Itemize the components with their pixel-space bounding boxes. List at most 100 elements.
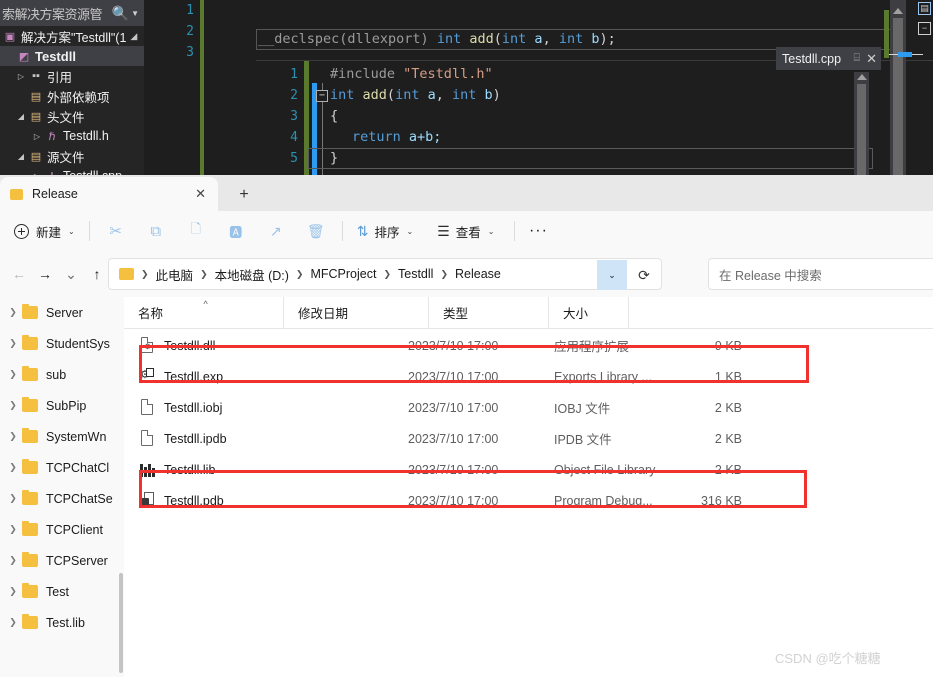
explorer-tab-strip: Release ✕ + xyxy=(0,175,933,211)
chevron-right-icon[interactable]: ❯ xyxy=(4,338,22,349)
breadcrumb-item-2[interactable]: MFCProject xyxy=(310,267,376,281)
tree-item-references[interactable]: ▷ ▪▪ 引用 xyxy=(0,66,144,86)
annotation-box-lib xyxy=(139,470,807,508)
comma: , xyxy=(542,31,551,47)
search-icon[interactable]: 🔍 xyxy=(112,5,131,22)
column-header-date[interactable]: 修改日期 xyxy=(284,297,429,328)
sidebar-item-test[interactable]: ❯ Test xyxy=(0,576,122,607)
collapse-arrow-icon[interactable]: ◢ xyxy=(14,152,28,161)
refresh-icon[interactable]: ⟳ xyxy=(629,260,659,290)
forward-button[interactable]: → xyxy=(32,261,58,287)
sidebar-item-test-lib[interactable]: ❯ Test.lib xyxy=(0,607,122,638)
share-icon[interactable]: ↗ xyxy=(256,216,296,246)
chevron-down-icon[interactable]: ▼ xyxy=(131,9,143,18)
solution-explorer-search-box[interactable]: 索解决方案资源管 🔍 ▼ xyxy=(0,0,144,26)
sort-button[interactable]: ⇅ 排序 ⌄ xyxy=(349,218,421,245)
more-options-button[interactable]: ··· xyxy=(521,216,555,246)
chevron-right-icon[interactable]: ❯ xyxy=(4,462,22,473)
column-header-type[interactable]: 类型 xyxy=(429,297,549,328)
chevron-right-icon[interactable]: ❯ xyxy=(4,586,22,597)
new-button[interactable]: 新建 ⌄ xyxy=(6,218,83,245)
close-icon[interactable]: ✕ xyxy=(866,51,877,67)
tree-item-source-files[interactable]: ◢ ▤ 源文件 xyxy=(0,146,144,166)
expand-arrow-icon[interactable]: ▷ xyxy=(14,72,28,81)
sidebar-item-systemwn[interactable]: ❯ SystemWn xyxy=(0,421,122,452)
chevron-right-icon[interactable]: ❯ xyxy=(4,493,22,504)
sidebar-item-subpip[interactable]: ❯ SubPip xyxy=(0,390,122,421)
chevron-right-icon[interactable]: ❯ xyxy=(4,400,22,411)
folder-icon xyxy=(22,489,38,505)
external-dependencies-icon: ▤ xyxy=(30,90,42,103)
collapse-region-icon[interactable]: − xyxy=(316,90,328,102)
file-date: 2023/7/10 17:00 xyxy=(408,431,499,446)
explorer-tab-release[interactable]: Release ✕ xyxy=(0,177,218,211)
sidebar-item-tcpclient[interactable]: ❯ TCPClient xyxy=(0,514,122,545)
screen-root: 索解决方案资源管 🔍 ▼ ▣ 解决方案"Testdll"(1 ◢ ◩ Testd… xyxy=(0,0,933,677)
close-icon[interactable]: ✕ xyxy=(195,186,206,202)
scroll-up-arrow-icon[interactable] xyxy=(857,74,867,80)
tree-item-testdll-h[interactable]: ▷ ℏ Testdll.h xyxy=(0,126,144,146)
table-row[interactable]: Testdll.iobj 2023/7/10 17:00 IOBJ 文件 2 K… xyxy=(124,392,933,423)
scrollbar-thumb[interactable] xyxy=(857,84,866,175)
chevron-right-icon[interactable]: ❯ xyxy=(4,617,22,628)
column-header-name[interactable]: 名称 ^ xyxy=(124,297,284,328)
collapse-tool-window-icon[interactable]: − xyxy=(918,22,931,35)
rename-icon[interactable]: 🅰 xyxy=(216,216,256,246)
pin-icon[interactable]: ⌸ xyxy=(853,52,860,65)
tree-item-header-files[interactable]: ◢ ▤ 头文件 xyxy=(0,106,144,126)
scrollbar-thumb[interactable] xyxy=(119,573,123,673)
project-label: Testdll xyxy=(35,48,76,64)
chevron-right-icon[interactable]: ❯ xyxy=(4,524,22,535)
chevron-right-icon[interactable]: ❯ xyxy=(4,369,22,380)
breadcrumb-item-3[interactable]: Testdll xyxy=(398,267,433,281)
column-header-size[interactable]: 大小 xyxy=(549,297,629,328)
chevron-down-icon[interactable]: ⌄ xyxy=(406,227,413,236)
file-name: Testdll.iobj xyxy=(164,400,223,415)
sidebar-item-tcpserver[interactable]: ❯ TCPServer xyxy=(0,545,122,576)
scrollbar-thumb[interactable] xyxy=(893,18,903,175)
breadcrumb-item-1[interactable]: 本地磁盘 (D:) xyxy=(215,265,289,284)
search-input[interactable]: 在 Release 中搜索 xyxy=(708,258,933,290)
breadcrumb-item-4[interactable]: Release xyxy=(455,267,501,281)
tree-item-external-dependencies[interactable]: ▤ 外部依赖项 xyxy=(0,86,144,106)
sidebar-item-server[interactable]: ❯ Server xyxy=(0,297,122,328)
collapse-arrow-icon[interactable]: ◢ xyxy=(14,112,28,121)
copy-icon[interactable]: ⧉ xyxy=(136,216,176,246)
folder-icon: ▤ xyxy=(30,110,42,123)
delete-icon[interactable]: 🗑 xyxy=(296,216,336,246)
expand-arrow-icon[interactable]: ▷ xyxy=(30,132,44,141)
chevron-right-icon[interactable]: ❯ xyxy=(4,431,22,442)
scroll-up-arrow-icon[interactable] xyxy=(893,8,903,14)
back-button[interactable]: ← xyxy=(6,261,32,287)
cut-icon[interactable]: ✂ xyxy=(96,216,136,246)
breadcrumb-item-0[interactable]: 此电脑 xyxy=(156,265,194,284)
editor-tab-testdll-cpp[interactable]: Testdll.cpp ⌸ ✕ xyxy=(776,47,881,70)
file-name-cell: Testdll.ipdb xyxy=(140,430,227,447)
tree-item-testdll-cpp[interactable]: ▷ ✛ Testdll.cpp xyxy=(0,166,144,175)
breadcrumb[interactable]: ❯ 此电脑 ❯ 本地磁盘 (D:) ❯ MFCProject ❯ Testdll… xyxy=(108,258,662,290)
sidebar-item-sub[interactable]: ❯ sub xyxy=(0,359,122,390)
paste-icon[interactable]: 🗋 xyxy=(176,216,216,246)
sidebar-item-tcpchatcl[interactable]: ❯ TCPChatCl xyxy=(0,452,122,483)
file-type: IOBJ 文件 xyxy=(554,402,611,416)
chevron-down-icon[interactable]: ⌄ xyxy=(68,227,75,236)
recent-locations-button[interactable]: ⌄ xyxy=(58,261,84,287)
new-tab-button[interactable]: + xyxy=(228,183,260,207)
folder-icon xyxy=(10,188,23,200)
solution-node[interactable]: ▣ 解决方案"Testdll"(1 ◢ xyxy=(0,26,144,46)
add-tool-window-icon[interactable]: ▤ xyxy=(918,2,931,15)
chevron-down-icon[interactable]: ⌄ xyxy=(597,260,627,290)
chevron-down-icon[interactable]: ⌄ xyxy=(488,227,495,236)
chevron-right-icon[interactable]: ❯ xyxy=(4,307,22,318)
table-row[interactable]: Testdll.ipdb 2023/7/10 17:00 IPDB 文件 2 K… xyxy=(124,423,933,454)
sidebar-item-tcpchatse[interactable]: ❯ TCPChatSe xyxy=(0,483,122,514)
view-button[interactable]: ☰ 查看 ⌄ xyxy=(429,218,502,245)
chevron-right-icon[interactable]: ❯ xyxy=(4,555,22,566)
references-icon: ▪▪ xyxy=(32,70,40,82)
project-node-testdll[interactable]: ◩ Testdll xyxy=(0,46,144,66)
up-button[interactable]: ↑ xyxy=(84,261,110,287)
sidebar-item-studentsys[interactable]: ❯ StudentSys xyxy=(0,328,122,359)
inner-editor-pane[interactable]: 1 2 3 4 5 − #include "Testdll.h" int add… xyxy=(256,60,933,175)
annotation-box-dll xyxy=(139,345,809,383)
outer-code-area[interactable]: __declspec(dllexport) int add(int a, int… xyxy=(204,0,933,175)
